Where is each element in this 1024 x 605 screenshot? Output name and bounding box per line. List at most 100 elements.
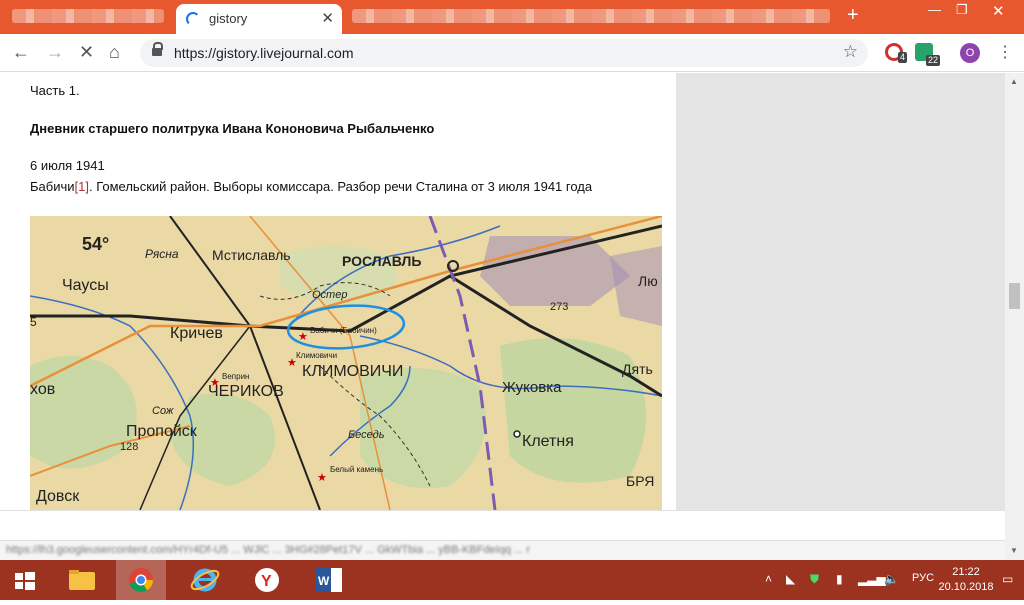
entry-date: 6 июля 1941 (30, 158, 105, 173)
word-button[interactable]: W (304, 560, 354, 600)
address-bar[interactable]: https://gistory.livejournal.com ☆ (140, 39, 868, 67)
kebab-menu-icon[interactable]: ⋮ (997, 42, 1013, 62)
tray-app-icon[interactable]: ◣ (786, 572, 795, 586)
word-icon: W (316, 568, 342, 592)
network-icon[interactable]: ▂▃▅ (858, 572, 886, 586)
adguard-extension-icon[interactable]: 22 (915, 43, 940, 66)
map-label-elev-273: 273 (550, 301, 568, 313)
clock-date: 20.10.2018 (938, 581, 994, 593)
loading-spinner-icon (186, 12, 200, 26)
ie-button[interactable] (180, 560, 230, 600)
volume-icon[interactable]: 🔈 (884, 572, 899, 586)
clock[interactable]: 21:22 20.10.2018 (936, 565, 996, 595)
map-label-babichi: Бабичи (Бабичин) (310, 326, 377, 335)
map-label-mstislavl: Мстиславль (212, 247, 291, 263)
close-tab-icon[interactable]: ✕ (321, 9, 334, 27)
map-label-chausy: Чаусы (62, 277, 109, 294)
latitude-label: 54° (82, 234, 109, 254)
map-label-bryansk: БРЯ (626, 473, 654, 489)
home-icon[interactable]: ⌂ (109, 42, 120, 62)
map-label-klyetnya: Клетня (522, 433, 574, 450)
minimize-icon[interactable]: — (928, 2, 941, 17)
windows-logo-icon (15, 572, 35, 590)
hatched-area (480, 236, 630, 306)
forward-icon[interactable]: → (46, 42, 64, 62)
star-marker-icon: ★ (287, 357, 297, 369)
tray-shield-icon[interactable]: ⛊ (810, 572, 819, 587)
bookmark-star-icon[interactable]: ☆ (843, 42, 858, 62)
page-side-gutter (676, 73, 1005, 510)
opera-extension-icon[interactable]: 4 (885, 43, 907, 63)
article-heading: Дневник старшего политрука Ивана Кононов… (30, 121, 435, 136)
map-label-sozh: Сож (152, 405, 174, 417)
tab-strip: gistory ✕ + — ❐ ✕ (0, 0, 1024, 34)
yandex-browser-icon: Y (255, 568, 279, 592)
tab-title: gistory (209, 11, 248, 26)
map-label-klimovichi-small: Климовичи (296, 351, 337, 360)
map-svg: 54° Рясна Мстиславль РОСЛАВЛЬ Чаусы Крич… (30, 216, 662, 510)
map-label-besed: Беседь (348, 429, 385, 441)
scroll-up-icon[interactable]: ▲ (1010, 77, 1018, 86)
map-label-verpin: Веприн (222, 372, 249, 381)
chrome-button[interactable] (116, 560, 166, 600)
language-indicator[interactable]: РУС (912, 572, 934, 584)
map-label-roslavl: РОСЛАВЛЬ (342, 253, 421, 269)
footnote-link[interactable]: [1] (75, 179, 89, 194)
subtitle-rest: . Гомельский район. Выборы комиссара. Ра… (88, 179, 593, 194)
new-tab-button[interactable]: + (847, 4, 859, 27)
file-explorer-button[interactable] (57, 560, 107, 600)
map-label-lyu: Лю (638, 273, 658, 289)
svg-text:W: W (318, 574, 330, 588)
chrome-icon (129, 568, 153, 593)
page-lower-area (0, 510, 1005, 540)
svg-text:Y: Y (261, 573, 272, 590)
start-button[interactable] (0, 560, 50, 600)
close-window-icon[interactable]: ✕ (992, 2, 1005, 20)
windows-taskbar: Y W ˄ ◣ ⛊ ▮ ▂▃▅ 🔈 РУС 21:22 20.10.2018 ▭ (0, 560, 1024, 600)
tab-blurred-2[interactable] (352, 9, 830, 23)
status-bar: https://lh3.googleusercontent.com/HYr4Df… (0, 540, 1005, 560)
url-text[interactable]: https://gistory.livejournal.com (174, 45, 353, 61)
map-label-krichev: Кричев (170, 325, 223, 342)
profile-avatar[interactable]: O (960, 43, 980, 63)
tab-blurred-1[interactable] (12, 9, 164, 23)
map-label-dyat: Дять (622, 361, 653, 377)
town-marker-icon (513, 430, 521, 438)
subtitle-place: Бабичи (30, 179, 75, 194)
notifications-icon[interactable]: ▭ (1002, 572, 1013, 586)
back-icon[interactable]: ← (12, 42, 30, 62)
tab-active[interactable]: gistory ✕ (176, 4, 342, 34)
yandex-button[interactable]: Y (242, 560, 292, 600)
map-label-dovsk: Довск (36, 488, 80, 505)
internet-explorer-icon (190, 568, 220, 592)
map-image: 54° Рясна Мстиславль РОСЛАВЛЬ Чаусы Крич… (30, 216, 662, 510)
browser-toolbar: ← → ✕ ⌂ https://gistory.livejournal.com … (0, 34, 1024, 72)
scroll-thumb[interactable] (1009, 283, 1020, 309)
star-marker-icon: ★ (210, 377, 220, 389)
map-label-propoisk: Пропойск (126, 423, 198, 440)
extension-badge: 4 (897, 52, 907, 63)
scroll-down-icon[interactable]: ▼ (1010, 546, 1018, 555)
status-url: https://lh3.googleusercontent.com/HYr4Df… (6, 544, 530, 556)
restore-icon[interactable]: ❐ (956, 2, 968, 18)
map-label-edge-5: 5 (30, 315, 37, 329)
map-label-khov: хов (30, 381, 55, 398)
extension-badge: 22 (925, 55, 940, 66)
article-part: Часть 1. (30, 83, 80, 98)
map-label-zhukovka: Жуковка (502, 379, 562, 396)
forest-patch (500, 338, 646, 483)
map-label-klimovichi: КЛИМОВИЧИ (302, 363, 403, 380)
stop-icon[interactable]: ✕ (79, 42, 94, 62)
lock-icon[interactable] (152, 42, 163, 58)
map-label-elev-128: 128 (120, 441, 138, 453)
star-marker-icon: ★ (317, 472, 327, 484)
clock-time: 21:22 (952, 566, 980, 578)
page-scrollbar[interactable]: ▲ ▼ (1005, 73, 1024, 560)
battery-icon[interactable]: ▮ (836, 572, 843, 586)
tray-up-arrow-icon[interactable]: ˄ (765, 572, 772, 586)
map-label-ostyor: Остер (312, 289, 347, 301)
folder-icon (69, 570, 95, 590)
entry-subtitle: Бабичи[1]. Гомельский район. Выборы коми… (30, 179, 592, 194)
map-label-ryasna: Рясна (145, 247, 179, 261)
map-label-belyi-kamen: Белый камень (330, 465, 383, 474)
